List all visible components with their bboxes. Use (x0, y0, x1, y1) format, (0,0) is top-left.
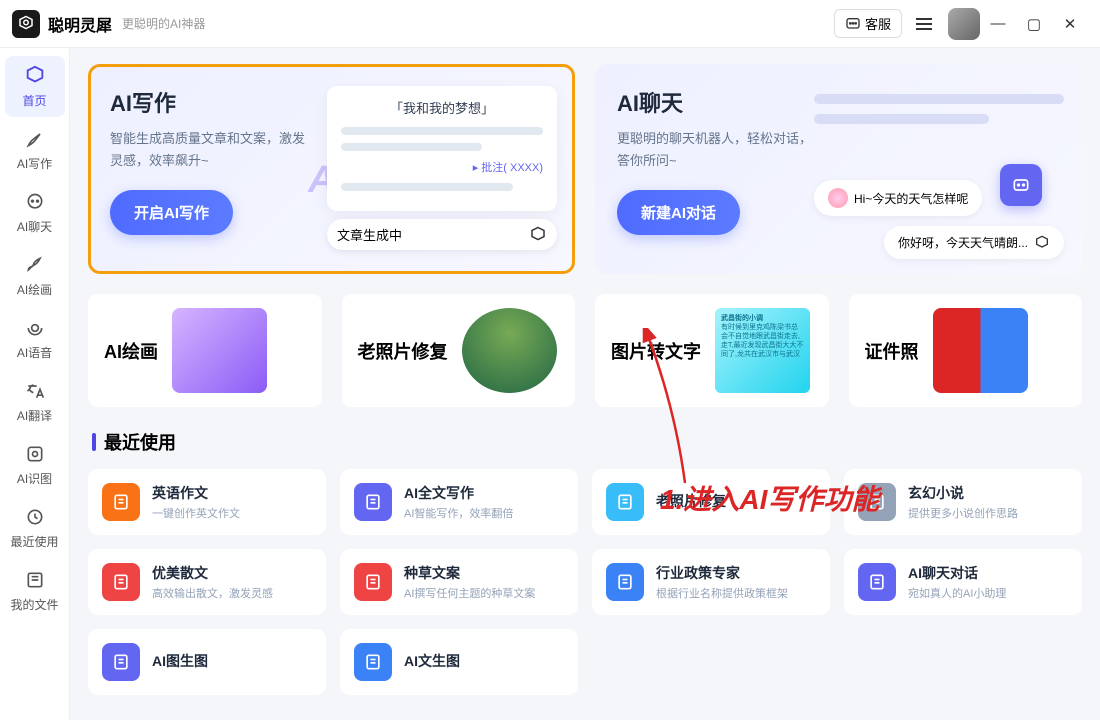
sidebar-item-files[interactable]: 我的文件 (5, 560, 65, 621)
new-chat-button[interactable]: 新建AI对话 (617, 190, 740, 235)
sidebar-item-write[interactable]: AI写作 (5, 119, 65, 180)
sidebar-item-voice[interactable]: AI语音 (5, 308, 65, 369)
window-maximize[interactable]: ▢ (1016, 15, 1052, 33)
sidebar-item-recent[interactable]: 最近使用 (5, 497, 65, 558)
tile-photo-thumb (462, 308, 557, 393)
user-avatar[interactable] (948, 8, 980, 40)
recent-item-desc: 高效输出散文，激发灵感 (152, 585, 273, 601)
title-bar: 聪明灵犀 更聪明的AI神器 客服 — ▢ ✕ (0, 0, 1100, 48)
customer-service-button[interactable]: 客服 (834, 9, 902, 38)
app-logo-icon (12, 10, 40, 38)
sidebar: 首页 AI写作 AI聊天 AI绘画 AI语音 AI翻译 AI识图 最近使用 我的… (0, 48, 70, 720)
main-content: AI写作 智能生成高质量文章和文案，激发灵感，效率飙升~ 开启AI写作 AI 「… (70, 48, 1100, 720)
chat-bubble-icon (845, 16, 861, 32)
recent-item-title: 老照片修复 (656, 491, 726, 511)
recent-item-title: 优美散文 (152, 563, 273, 583)
hex-icon (529, 226, 547, 244)
recent-item-title: 英语作文 (152, 483, 240, 503)
recent-item-desc: 根据行业名称提供政策框架 (656, 585, 788, 601)
recent-item[interactable]: AI聊天对话宛如真人的AI小助理 (844, 549, 1082, 615)
sidebar-item-translate[interactable]: AI翻译 (5, 371, 65, 432)
recent-item-icon (102, 643, 140, 681)
recent-item-title: 种草文案 (404, 563, 535, 583)
recent-item-desc: AI智能写作，效率翻倍 (404, 505, 513, 521)
app-brand: 聪明灵犀 (48, 12, 112, 36)
chat-bot-icon (1000, 164, 1042, 206)
recent-item[interactable]: 玄幻小说提供更多小说创作思路 (844, 469, 1082, 535)
recent-item-desc: AI撰写任何主题的种草文案 (404, 585, 535, 601)
chat-bubble-user: Hi~今天的天气怎样呢 (814, 180, 982, 216)
recent-item[interactable]: 老照片修复 (592, 469, 830, 535)
recent-item-title: 行业政策专家 (656, 563, 788, 583)
preview-status-text: 文章生成中 (337, 225, 402, 244)
preview-doc-title: 「我和我的梦想」 (341, 98, 543, 117)
preview-annotation-label: ▸ 批注( XXXX) (341, 159, 543, 175)
tile-id-photo[interactable]: 证件照 (849, 294, 1083, 407)
recent-item[interactable]: 英语作文一键创作英文作文 (88, 469, 326, 535)
hamburger-icon (912, 12, 936, 36)
pen-icon (23, 127, 47, 151)
voice-icon (23, 316, 47, 340)
sidebar-item-chat[interactable]: AI聊天 (5, 182, 65, 243)
chat-icon (23, 190, 47, 214)
recent-item-desc: 提供更多小说创作思路 (908, 505, 1018, 521)
chat-bubble-bot: 你好呀，今天天气晴朗... (884, 226, 1064, 259)
recent-item-title: AI全文写作 (404, 483, 513, 503)
tile-draw-thumb (172, 308, 267, 393)
sidebar-item-home[interactable]: 首页 (5, 56, 65, 117)
recent-item-icon (354, 563, 392, 601)
recent-item-icon (606, 563, 644, 601)
hero-write-desc: 智能生成高质量文章和文案，激发灵感，效率飙升~ (110, 128, 310, 172)
recent-item-title: AI图生图 (152, 651, 208, 671)
recent-item-icon (606, 483, 644, 521)
home-icon (23, 64, 47, 88)
tile-idphoto-thumb (933, 308, 1028, 393)
recent-item[interactable]: AI全文写作 AI智能写作，效率翻倍 (340, 469, 578, 535)
hero-chat-desc: 更聪明的聊天机器人，轻松对话，答你所问~ (617, 128, 817, 172)
folder-icon (23, 568, 47, 592)
recent-item-icon (858, 563, 896, 601)
recent-item-title: AI文生图 (404, 651, 460, 671)
recent-item[interactable]: AI图生图 (88, 629, 326, 695)
menu-button[interactable] (912, 12, 936, 36)
sidebar-item-draw[interactable]: AI绘画 (5, 245, 65, 306)
history-icon (23, 505, 47, 529)
recent-item-icon (858, 483, 896, 521)
start-ai-write-button[interactable]: 开启AI写作 (110, 190, 233, 235)
app-tagline: 更聪明的AI神器 (122, 15, 205, 32)
recent-item[interactable]: 优美散文高效输出散文，激发灵感 (88, 549, 326, 615)
recent-item[interactable]: 种草文案 AI撰写任何主题的种草文案 (340, 549, 578, 615)
recent-item-icon (102, 563, 140, 601)
recent-item-icon (354, 483, 392, 521)
recent-item[interactable]: AI文生图 (340, 629, 578, 695)
recent-item-title: 玄幻小说 (908, 483, 1018, 503)
sidebar-item-scan[interactable]: AI识图 (5, 434, 65, 495)
scan-icon (23, 442, 47, 466)
brush-icon (23, 253, 47, 277)
recent-item-desc: 一键创作英文作文 (152, 505, 240, 521)
window-close[interactable]: ✕ (1052, 15, 1088, 33)
recent-item-title: AI聊天对话 (908, 563, 1006, 583)
translate-icon (23, 379, 47, 403)
recent-item-desc: 宛如真人的AI小助理 (908, 585, 1006, 601)
write-preview: 「我和我的梦想」 ▸ 批注( XXXX) 文章生成中 (327, 86, 557, 250)
tile-photo-restore[interactable]: 老照片修复 (342, 294, 576, 407)
recent-section-title: 最近使用 (92, 429, 1082, 455)
recent-item-icon (102, 483, 140, 521)
recent-item[interactable]: 行业政策专家根据行业名称提供政策框架 (592, 549, 830, 615)
window-minimize[interactable]: — (980, 15, 1016, 32)
recent-item-icon (354, 643, 392, 681)
hex-icon (1034, 235, 1050, 251)
hero-card-write[interactable]: AI写作 智能生成高质量文章和文案，激发灵感，效率飙升~ 开启AI写作 AI 「… (88, 64, 575, 274)
tile-ai-draw[interactable]: AI绘画 (88, 294, 322, 407)
chat-user-avatar-icon (828, 188, 848, 208)
tile-ocr-thumb: 武昌街的小调有时候到里克鸡陈梁书总会不自觉地跟武昌街走去,走T,最近发现武昌街大… (715, 308, 810, 393)
tile-ocr[interactable]: 图片转文字 武昌街的小调有时候到里克鸡陈梁书总会不自觉地跟武昌街走去,走T,最近… (595, 294, 829, 407)
chat-preview: Hi~今天的天气怎样呢 你好呀，今天天气晴朗... (814, 94, 1064, 259)
hero-card-chat[interactable]: AI聊天 更聪明的聊天机器人，轻松对话，答你所问~ 新建AI对话 Hi~今天的天… (595, 64, 1082, 274)
